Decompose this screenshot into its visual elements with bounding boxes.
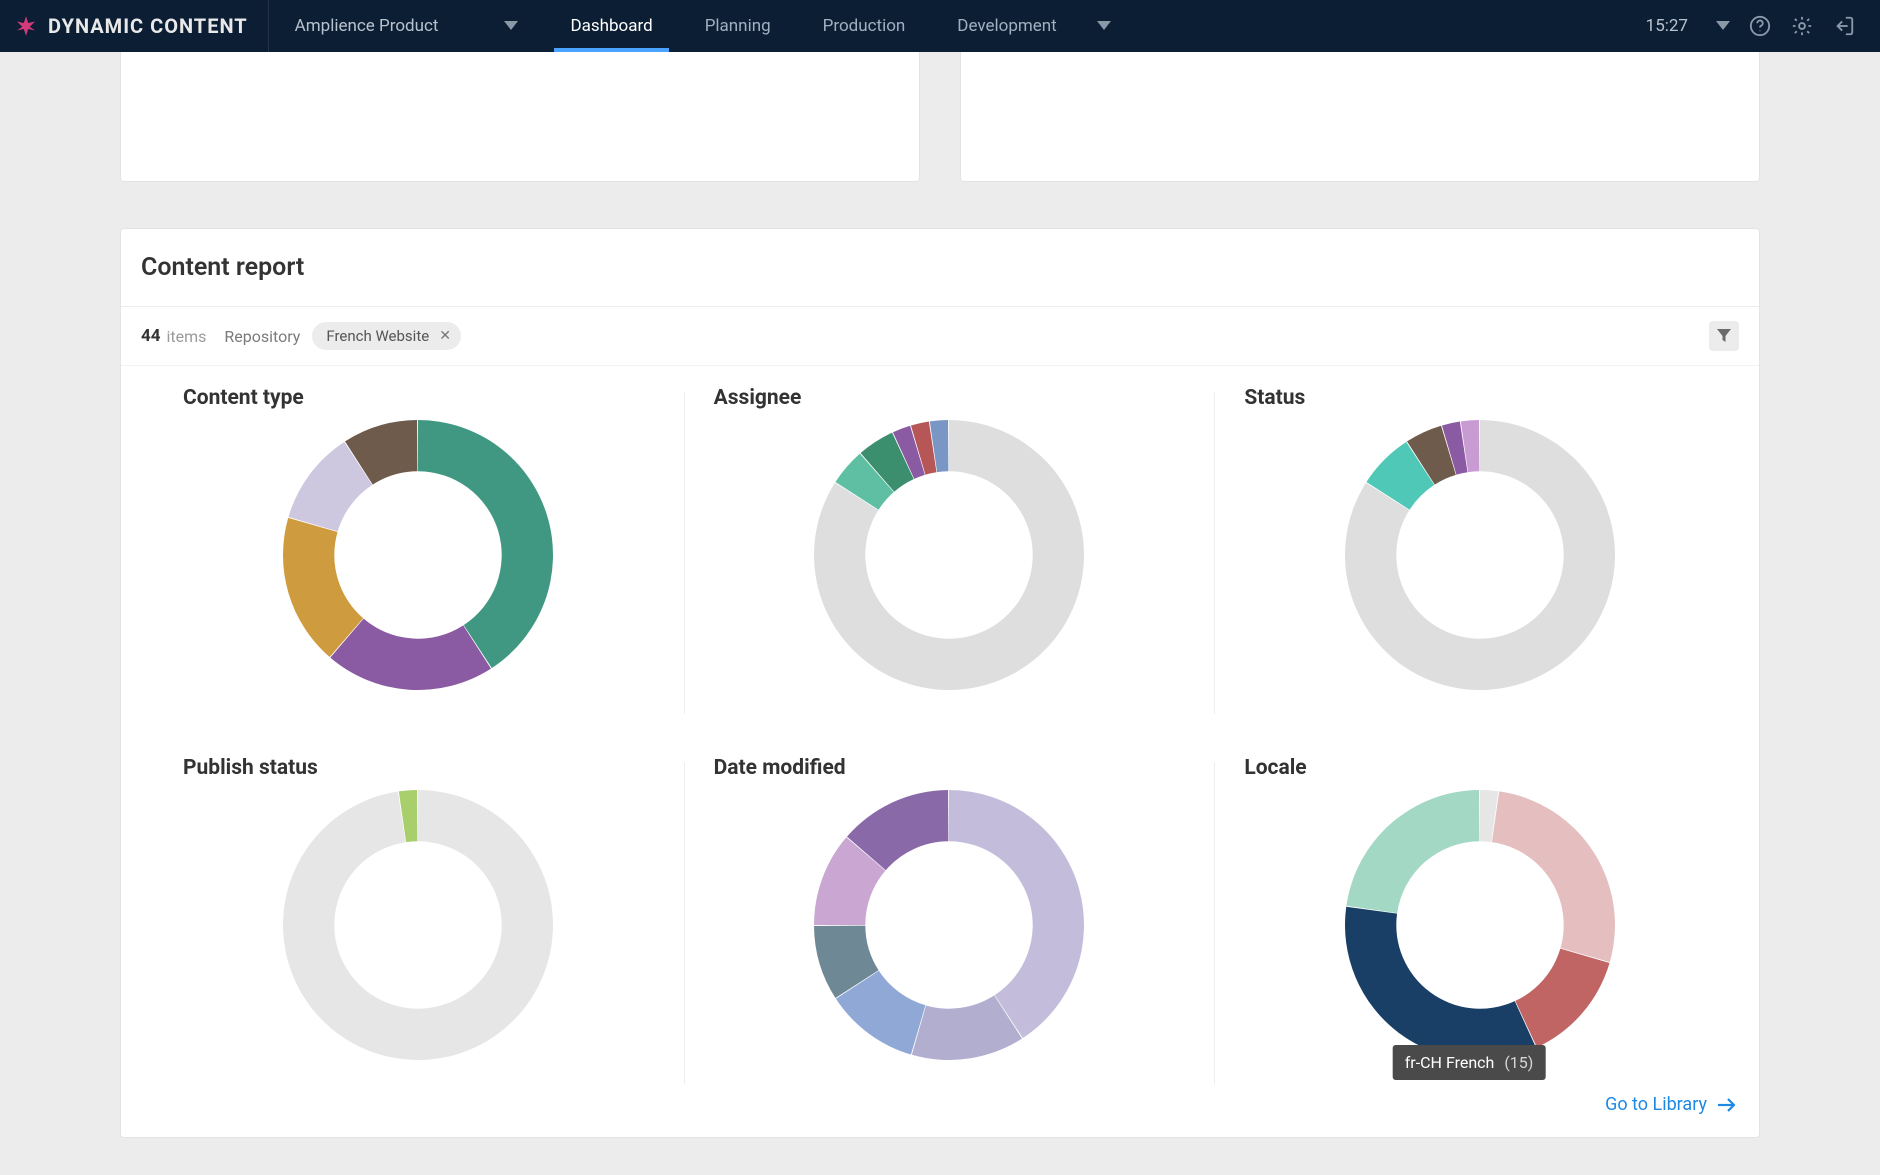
charts-grid: Content type Assignee Status	[121, 366, 1759, 1110]
tab-dashboard[interactable]: Dashboard	[544, 0, 678, 52]
donut-content-type[interactable]	[183, 420, 654, 690]
chart-title: Date modified	[714, 756, 1185, 780]
go-to-library-link[interactable]: Go to Library	[1605, 1094, 1735, 1115]
chevron-down-icon	[504, 21, 518, 31]
report-footer: Go to Library	[121, 1094, 1759, 1137]
tab-development[interactable]: Development	[931, 0, 1136, 52]
chip-remove-icon[interactable]: ✕	[439, 328, 451, 344]
filter-facet-label: Repository	[224, 327, 300, 346]
donut-slice[interactable]	[283, 790, 553, 1060]
chart-title: Assignee	[714, 386, 1185, 410]
hub-selector[interactable]: Amplience Product	[269, 0, 545, 52]
tooltip-label: fr-CH French	[1405, 1053, 1495, 1072]
topbar-right: 15:27	[1646, 0, 1880, 52]
donut-locale[interactable]	[1244, 790, 1715, 1060]
settings-gear-icon[interactable]	[1790, 14, 1814, 38]
content-report-card: Content report 44 items Repository Frenc…	[120, 228, 1760, 1138]
chart-title: Publish status	[183, 756, 654, 780]
time-selector[interactable]: 15:27	[1646, 16, 1730, 36]
chart-title: Content type	[183, 386, 654, 410]
brand-logo-icon	[14, 14, 38, 38]
donut-assignee[interactable]	[714, 420, 1185, 690]
filter-icon	[1717, 329, 1731, 343]
donut-slice[interactable]	[1346, 790, 1479, 913]
chart-title: Locale	[1244, 756, 1715, 780]
empty-card-left	[120, 52, 920, 182]
donut-slice[interactable]	[1345, 907, 1536, 1060]
nav-tabs: Dashboard Planning Production Developmen…	[544, 0, 1136, 52]
chart-publish-status: Publish status	[153, 756, 684, 1090]
top-cards-row	[0, 52, 1880, 182]
empty-card-right	[960, 52, 1760, 182]
chevron-down-icon	[1097, 21, 1111, 31]
chevron-down-icon	[1716, 21, 1730, 31]
filter-row: 44 items Repository French Website ✕	[121, 307, 1759, 366]
donut-date-modified[interactable]	[714, 790, 1185, 1060]
filter-chip-repository[interactable]: French Website ✕	[312, 322, 461, 350]
logout-icon[interactable]	[1832, 14, 1856, 38]
tooltip-count: (15)	[1504, 1053, 1533, 1072]
tab-planning[interactable]: Planning	[679, 0, 797, 52]
tab-label: Planning	[705, 16, 771, 36]
time-value: 15:27	[1646, 16, 1688, 36]
report-title: Content report	[141, 253, 1739, 282]
donut-slice[interactable]	[1515, 949, 1609, 1048]
item-label: items	[167, 327, 207, 346]
tab-production[interactable]: Production	[797, 0, 932, 52]
donut-slice[interactable]	[418, 420, 553, 668]
donut-slice[interactable]	[949, 790, 1084, 1038]
brand-block: DYNAMIC CONTENT	[0, 0, 269, 52]
donut-status[interactable]	[1244, 420, 1715, 690]
tab-label: Development	[957, 16, 1056, 36]
arrow-right-icon	[1717, 1098, 1735, 1112]
item-count: 44	[141, 326, 161, 346]
link-label: Go to Library	[1605, 1094, 1707, 1115]
chart-date-modified: Date modified	[684, 756, 1215, 1090]
filter-button[interactable]	[1709, 321, 1739, 351]
chart-tooltip: fr-CH French (15)	[1393, 1045, 1546, 1080]
brand-name: DYNAMIC CONTENT	[48, 14, 248, 38]
help-icon[interactable]	[1748, 14, 1772, 38]
chart-status: Status	[1214, 386, 1745, 720]
donut-slice[interactable]	[1492, 791, 1615, 962]
chart-assignee: Assignee	[684, 386, 1215, 720]
hub-name: Amplience Product	[295, 16, 439, 36]
donut-publish-status[interactable]	[183, 790, 654, 1060]
chart-title: Status	[1244, 386, 1715, 410]
report-header: Content report	[121, 229, 1759, 307]
tab-label: Dashboard	[570, 16, 652, 36]
chip-label: French Website	[326, 327, 429, 345]
tab-label: Production	[823, 16, 906, 36]
topbar: DYNAMIC CONTENT Amplience Product Dashbo…	[0, 0, 1880, 52]
chart-content-type: Content type	[153, 386, 684, 720]
chart-locale: Locale fr-CH French (15)	[1214, 756, 1745, 1090]
